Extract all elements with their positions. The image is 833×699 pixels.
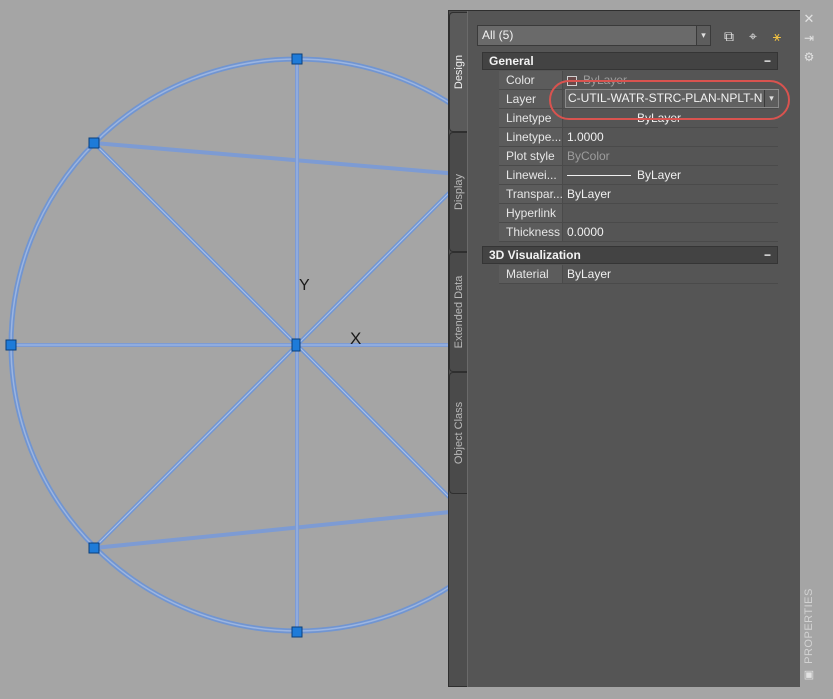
tab-design[interactable]: Design <box>449 12 468 132</box>
property-value[interactable]: ByLayer <box>564 166 778 184</box>
property-row-hyperlink[interactable]: Hyperlink <box>499 204 778 223</box>
property-label: Transpar... <box>499 185 563 203</box>
section-general[interactable]: General − <box>482 52 778 70</box>
property-label: Linewei... <box>499 166 563 184</box>
auto-hide-icon[interactable]: ⇥ <box>802 31 816 45</box>
close-icon[interactable]: ✕ <box>802 12 816 26</box>
property-value[interactable] <box>564 204 778 222</box>
chevron-down-icon[interactable]: ▾ <box>696 26 710 45</box>
property-value[interactable]: 0.0000 <box>564 223 778 241</box>
tab-object-class[interactable]: Object Class <box>449 372 468 494</box>
property-label: Plot style <box>499 147 563 165</box>
toggle-pickadd-icon[interactable]: ⧉ <box>720 27 738 45</box>
property-label: Linetype... <box>499 128 563 146</box>
property-row-material[interactable]: Material ByLayer <box>499 265 778 284</box>
property-row-plot-style[interactable]: Plot style ByColor <box>499 147 778 166</box>
property-label: Hyperlink <box>499 204 563 222</box>
select-objects-icon[interactable]: ⌖ <box>744 27 762 45</box>
property-row-linetype-scale[interactable]: Linetype... 1.0000 <box>499 128 778 147</box>
palette-title: PROPERTIES <box>803 588 815 664</box>
section-3d-visualization-title: 3D Visualization <box>489 248 581 262</box>
section-general-title: General <box>489 54 534 68</box>
property-value[interactable]: ByLayer <box>564 265 778 283</box>
properties-palette-icon[interactable]: ▣ <box>802 668 816 682</box>
property-row-transparency[interactable]: Transpar... ByLayer <box>499 185 778 204</box>
selection-dropdown[interactable]: All (5) ▾ <box>477 25 711 46</box>
property-value[interactable]: ByLayer <box>564 185 778 203</box>
quick-select-icon[interactable]: ⚹ <box>768 27 786 45</box>
property-value: ByColor <box>567 149 610 163</box>
palette-settings-icon[interactable]: ⚙ <box>802 50 816 64</box>
property-value[interactable]: 1.0000 <box>564 128 778 146</box>
property-label: Thickness <box>499 223 563 241</box>
ucs-x-label: X <box>350 329 361 348</box>
ucs-y-label: Y <box>299 277 310 294</box>
property-label: Material <box>499 265 563 283</box>
property-row-lineweight[interactable]: Linewei... ByLayer <box>499 166 778 185</box>
property-row-thickness[interactable]: Thickness 0.0000 <box>499 223 778 242</box>
lineweight-sample <box>567 175 631 177</box>
selection-value: All (5) <box>482 28 514 42</box>
tab-display[interactable]: Display <box>449 132 468 252</box>
highlight-ring <box>549 80 790 120</box>
section-3d-visualization[interactable]: 3D Visualization − <box>482 246 778 264</box>
tab-extended-data[interactable]: Extended Data <box>449 252 468 372</box>
collapse-icon[interactable]: − <box>764 247 771 263</box>
collapse-icon[interactable]: − <box>764 53 771 69</box>
